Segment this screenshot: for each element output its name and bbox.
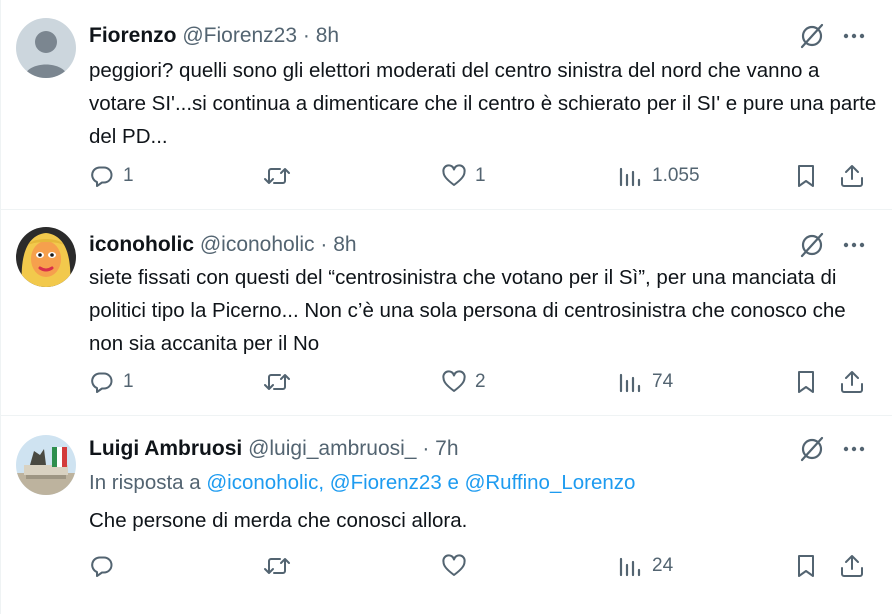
tweet-header: iconoholic @iconoholic · 8h (89, 231, 357, 259)
bookmark-button[interactable] (793, 369, 819, 395)
like-icon (441, 163, 467, 189)
share-icon (839, 553, 865, 579)
views-icon (618, 369, 644, 395)
timestamp[interactable]: 8h (333, 233, 356, 256)
share-button[interactable] (839, 553, 865, 579)
slashed-circle-icon[interactable] (796, 433, 828, 465)
tweet-text: siete fissati con questi del “centrosini… (89, 266, 846, 355)
user-handle[interactable]: @luigi_ambruosi_ (248, 437, 416, 460)
retweet-button[interactable] (263, 553, 297, 579)
views-icon (618, 553, 644, 579)
like-icon (441, 553, 467, 579)
reply-count: 1 (123, 371, 134, 392)
views-button[interactable]: 74 (618, 369, 673, 395)
reply-button[interactable] (89, 553, 123, 579)
reply-count: 1 (123, 165, 134, 186)
tweet-luigi-ambruosi[interactable]: Luigi Ambruosi @luigi_ambruosi_ · 7h In … (0, 415, 892, 614)
avatar[interactable] (16, 435, 76, 495)
views-count: 74 (652, 371, 674, 392)
reply-icon (89, 369, 115, 395)
reply-prefix: In risposta a (89, 471, 201, 494)
tweet-iconoholic[interactable]: iconoholic @iconoholic · 8h siete fissat… (0, 209, 892, 416)
bookmark-icon (793, 553, 819, 579)
mention-link[interactable]: @Ruffino_Lorenzo (465, 471, 636, 494)
separator-dot: · (422, 437, 430, 460)
display-name[interactable]: iconoholic (89, 233, 194, 256)
bookmark-button[interactable] (793, 163, 819, 189)
share-button[interactable] (839, 163, 865, 189)
avatar[interactable] (16, 18, 76, 78)
like-count: 2 (475, 371, 486, 392)
share-icon (839, 163, 865, 189)
display-name[interactable]: Luigi Ambruosi (89, 437, 242, 460)
retweet-button[interactable] (263, 369, 297, 395)
views-count: 1.055 (652, 165, 700, 186)
like-button[interactable]: 1 (441, 163, 486, 189)
tweet-fiorenzo[interactable]: Fiorenzo @Fiorenz23 · 8h peggiori? quell… (0, 0, 892, 210)
avatar[interactable] (16, 227, 76, 287)
mention-link[interactable]: @Fiorenz23 (330, 471, 442, 494)
timestamp[interactable]: 7h (435, 437, 458, 460)
tweet-text: Che persone di merda che conosci allora. (89, 509, 468, 532)
mention-conjunction: e (447, 471, 459, 494)
tweet-header: Fiorenzo @Fiorenz23 · 8h (89, 22, 339, 50)
like-icon (441, 369, 467, 395)
views-count: 24 (652, 555, 674, 576)
display-name[interactable]: Fiorenzo (89, 24, 177, 47)
views-button[interactable]: 1.055 (618, 163, 700, 189)
more-icon[interactable] (838, 229, 870, 261)
reply-context: In risposta a @iconoholic, @Fiorenz23 e … (89, 469, 635, 497)
retweet-button[interactable] (263, 163, 297, 189)
like-button[interactable]: 2 (441, 369, 486, 395)
tweet-header: Luigi Ambruosi @luigi_ambruosi_ · 7h (89, 435, 459, 463)
retweet-icon (263, 369, 290, 395)
retweet-icon (263, 163, 290, 189)
timestamp[interactable]: 8h (316, 24, 339, 47)
separator-dot: · (302, 24, 310, 47)
like-button[interactable] (441, 553, 475, 579)
views-button[interactable]: 24 (618, 553, 673, 579)
user-handle[interactable]: @iconoholic (200, 233, 315, 256)
retweet-icon (263, 553, 290, 579)
bookmark-icon (793, 369, 819, 395)
separator-dot: · (320, 233, 328, 256)
more-icon[interactable] (838, 433, 870, 465)
reply-icon (89, 163, 115, 189)
slashed-circle-icon[interactable] (796, 229, 828, 261)
bookmark-button[interactable] (793, 553, 819, 579)
more-icon[interactable] (838, 20, 870, 52)
share-icon (839, 369, 865, 395)
user-handle[interactable]: @Fiorenz23 (182, 24, 297, 47)
bookmark-icon (793, 163, 819, 189)
share-button[interactable] (839, 369, 865, 395)
reply-icon (89, 553, 115, 579)
mention-link[interactable]: @iconoholic (206, 471, 318, 494)
reply-button[interactable]: 1 (89, 163, 134, 189)
views-icon (618, 163, 644, 189)
slashed-circle-icon[interactable] (796, 20, 828, 52)
tweet-text: peggiori? quelli sono gli elettori moder… (89, 59, 877, 148)
mention-separator: , (318, 471, 325, 494)
reply-button[interactable]: 1 (89, 369, 134, 395)
like-count: 1 (475, 165, 486, 186)
